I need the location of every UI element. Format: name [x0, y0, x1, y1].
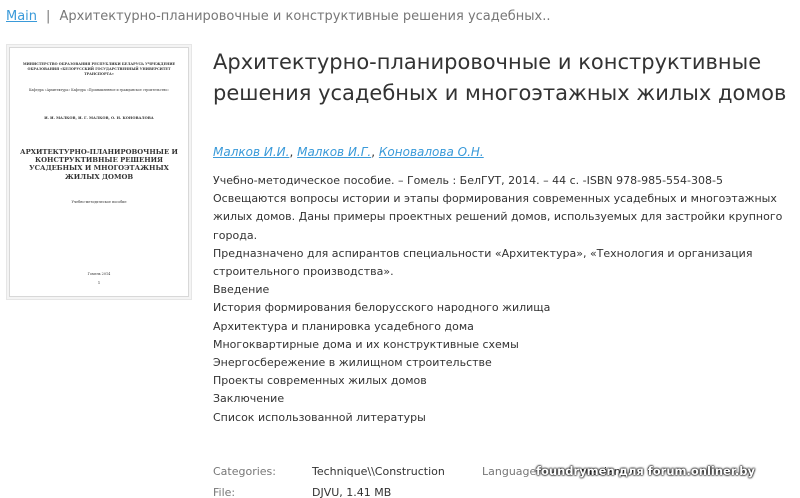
meta-row-file: File: DJVU, 1.41 MB [213, 482, 621, 498]
cover-department: Кафедра «Архитектура» Кафедра «Промышлен… [28, 88, 169, 92]
author-separator: , [289, 145, 294, 159]
description-publication: Учебно-методическое пособие. – Гомель : … [213, 174, 723, 187]
toc-item: Энергосбережение в жилищном строительств… [213, 356, 492, 370]
book-cover-page: МИНИСТЕРСТВО ОБРАЗОВАНИЯ РЕСПУБЛИКИ БЕЛА… [9, 47, 189, 297]
cover-ministry: МИНИСТЕРСТВО ОБРАЗОВАНИЯ РЕСПУБЛИКИ БЕЛА… [22, 62, 176, 76]
cover-authors: И. И. МАЛКОВ, И. Г. МАЛКОВ, О. Н. КОНОВА… [44, 116, 154, 120]
book-cover[interactable]: МИНИСТЕРСТВО ОБРАЗОВАНИЯ РЕСПУБЛИКИ БЕЛА… [6, 44, 192, 300]
breadcrumb: Main | Архитектурно-планировочные и констр… [6, 9, 551, 24]
breadcrumb-current: Архитектурно-планировочные и конструктив… [59, 9, 551, 24]
toc-item: Архитектура и планировка усадебного дома [213, 319, 474, 333]
toc-item: Список использованной литературы [213, 410, 426, 424]
toc-item: Проекты современных жилых домов [213, 374, 427, 388]
breadcrumb-home-link[interactable]: Main [6, 9, 37, 24]
categories-label: Categories: [213, 465, 276, 478]
description-abstract: Освещаются вопросы истории и этапы форми… [213, 192, 783, 242]
toc-item: Многоквартирные дома и их конструктивные… [213, 337, 519, 351]
author-link[interactable]: Малков И.И. [213, 145, 289, 159]
cover-page-number: 1 [97, 280, 101, 285]
book-authors: Малков И.И., Малков И.Г., Коновалова О.Н… [213, 145, 484, 159]
file-value: DJVU, 1.41 MB [312, 486, 392, 498]
author-link[interactable]: Малков И.Г. [297, 145, 371, 159]
author-link[interactable]: Коновалова О.Н. [379, 145, 484, 159]
toc-item: История формирования белорусского народн… [213, 301, 551, 315]
book-description: Учебно-методическое пособие. – Гомель : … [213, 172, 798, 427]
toc-item: Заключение [213, 392, 285, 406]
author-separator: , [371, 145, 376, 159]
watermark: foundrymen для forum.onliner.by [536, 464, 755, 478]
cover-city: Гомель 2014 [87, 272, 111, 276]
cover-title: АРХИТЕКТУРНО-ПЛАНИРОВОЧНЫЕ И КОНСТРУКТИВ… [20, 148, 178, 181]
cover-type: Учебно-методическое пособие [71, 200, 127, 204]
breadcrumb-separator: | [46, 9, 51, 24]
categories-value[interactable]: Technique\\Construction [312, 461, 482, 482]
toc-item: Введение [213, 283, 270, 297]
file-label: File: [213, 486, 236, 498]
book-title: Архитектурно-планировочные и конструктив… [213, 50, 787, 105]
description-audience: Предназначено для аспирантов специальнос… [213, 246, 753, 279]
